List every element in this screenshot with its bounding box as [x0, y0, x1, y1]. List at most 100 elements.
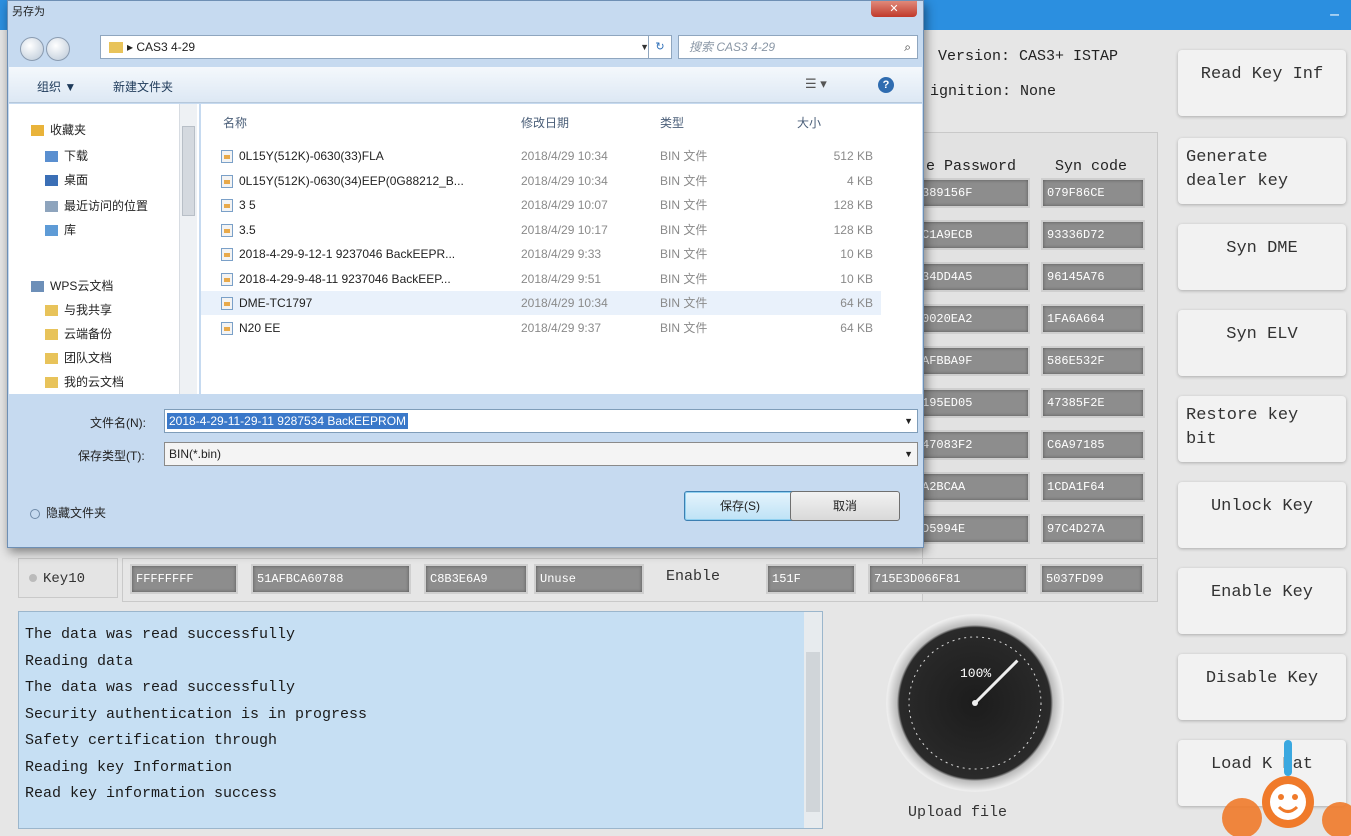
password-cell[interactable]: 195ED05 [916, 388, 1030, 418]
file-row[interactable]: N20 EE 2018/4/29 9:37 BIN 文件 64 KB [201, 316, 881, 340]
save-button[interactable]: 保存(S) [684, 491, 796, 521]
nav-scrollbar[interactable] [179, 104, 197, 394]
file-row[interactable]: 0L15Y(512K)-0630(33)FLA 2018/4/29 10:34 BI… [201, 144, 881, 168]
unlock-key-button[interactable]: Unlock Key [1178, 482, 1346, 548]
file-row[interactable]: 2018-4-29-9-12-1 9237046 BackEEPR... 2018… [201, 242, 881, 266]
view-options-icon[interactable]: ☰ ▾ [805, 76, 827, 92]
password-cell[interactable]: AFBBA9F [916, 346, 1030, 376]
download-folder-icon [45, 151, 58, 163]
folder-icon [45, 305, 58, 317]
nav-item[interactable]: 收藏夹 [31, 120, 86, 140]
syn-code-cell[interactable]: 47385F2E [1041, 388, 1145, 418]
syn-code-cell[interactable]: 586E532F [1041, 346, 1145, 376]
chevron-down-icon[interactable]: ▼ [904, 443, 913, 465]
nav-item[interactable]: 最近访问的位置 [45, 196, 148, 216]
read-key-info-button[interactable]: Read Key Inf [1178, 50, 1346, 116]
column-header-date[interactable]: 修改日期 [521, 114, 569, 131]
filetype-select[interactable]: BIN(*.bin) ▼ [164, 442, 918, 466]
nav-item[interactable]: 云端备份 [45, 324, 112, 344]
gauge-percent: 100% [960, 666, 992, 681]
file-name: DME-TC1797 [239, 296, 313, 310]
chevron-down-icon[interactable]: ▼ [904, 410, 913, 432]
syn-code-cell[interactable]: 93336D72 [1041, 220, 1145, 250]
help-icon[interactable]: ? [878, 77, 894, 93]
key10-cell[interactable]: 51AFBCA60788 [251, 564, 411, 594]
search-input[interactable]: 搜索 CAS3 4-29 ⌕ [678, 35, 918, 59]
file-row[interactable]: DME-TC1797 2018/4/29 10:34 BIN 文件 64 KB [201, 291, 881, 315]
upload-gauge [886, 614, 1064, 792]
enable-key-button[interactable]: Enable Key [1178, 568, 1346, 634]
nav-item[interactable]: 团队文档 [45, 348, 112, 368]
nav-item[interactable]: 我的云文档 [45, 372, 124, 392]
file-type: BIN 文件 [660, 222, 708, 237]
password-cell[interactable]: 47083F2 [916, 430, 1030, 460]
forward-arrow-icon[interactable] [46, 37, 70, 61]
back-arrow-icon[interactable] [20, 37, 44, 61]
nav-item[interactable]: 桌面 [45, 170, 88, 190]
key10-cell[interactable]: FFFFFFFF [130, 564, 238, 594]
generate-dealer-key-button[interactable]: Generate dealer key [1178, 138, 1346, 204]
file-type: BIN 文件 [660, 149, 708, 163]
syn-code-cell[interactable]: 97C4D27A [1041, 514, 1145, 544]
syn-code-cell[interactable]: 1CDA1F64 [1041, 472, 1145, 502]
file-type: BIN 文件 [660, 173, 708, 188]
syn-code-cell[interactable]: C6A97185 [1041, 430, 1145, 460]
key10-cell[interactable]: 151F [766, 564, 856, 594]
log-scroll-thumb[interactable] [806, 652, 820, 812]
organize-menu[interactable]: 组织 ▼ [37, 78, 76, 95]
key10-cell[interactable]: 715E3D066F81 [868, 564, 1028, 594]
key10-cell[interactable]: C8B3E6A9 [424, 564, 528, 594]
file-row[interactable]: 0L15Y(512K)-0630(34)EEP(0G88212_B... 2018… [201, 169, 881, 193]
password-cell[interactable]: 34DD4A5 [916, 262, 1030, 292]
key10-radio[interactable]: Key10 [18, 558, 118, 598]
nav-item-label: 我的云文档 [64, 375, 125, 389]
password-cell[interactable]: D5994E [916, 514, 1030, 544]
nav-scroll-thumb[interactable] [182, 126, 195, 216]
button-label: Read Key Inf [1200, 65, 1324, 84]
new-folder-button[interactable]: 新建文件夹 [113, 78, 173, 95]
log-line: Read key information success [25, 785, 278, 802]
syn-code-cell[interactable]: 079F86CE [1041, 178, 1145, 208]
filetype-label: 保存类型(T): [78, 449, 145, 463]
column-header-type[interactable]: 类型 [660, 114, 684, 131]
password-cell[interactable]: 389156F [916, 178, 1030, 208]
file-list[interactable]: 名称 修改日期 类型 大小 0L15Y(512K)-0630(33)FLA 201… [201, 104, 922, 394]
address-bar[interactable]: ▸ CAS3 4-29 ▼ [100, 35, 670, 59]
column-header-size[interactable]: 大小 [797, 114, 821, 131]
key10-cell[interactable]: Unuse [534, 564, 644, 594]
filename-input[interactable]: 2018-4-29-11-29-11 9287534 BackEEPROM ▼ [164, 409, 918, 433]
password-cell[interactable]: 0020EA2 [916, 304, 1030, 334]
file-type: BIN 文件 [660, 247, 708, 261]
navigation-pane[interactable]: 收藏夹下载桌面最近访问的位置库 WPS云文档与我共享云端备份团队文档我的云文档 [9, 104, 199, 394]
log-line: The data was read successfully [25, 626, 296, 643]
syn-code-cell[interactable]: 1FA6A664 [1041, 304, 1145, 334]
hide-folders-toggle[interactable]: 隐藏文件夹 [30, 504, 106, 521]
syn-elv-button[interactable]: Syn ELV [1178, 310, 1346, 376]
syn-dme-button[interactable]: Syn DME [1178, 224, 1346, 290]
close-button[interactable]: ✕ [871, 1, 917, 17]
search-icon[interactable]: ⌕ [904, 36, 911, 58]
refresh-icon[interactable]: ↻ [648, 35, 672, 59]
nav-item[interactable]: 与我共享 [45, 300, 112, 320]
log-scrollbar[interactable] [804, 612, 822, 828]
file-size: 64 KB [840, 320, 873, 335]
nav-item[interactable]: 下载 [45, 146, 88, 166]
nav-item[interactable]: 库 [45, 220, 76, 240]
disable-key-button[interactable]: Disable Key [1178, 654, 1346, 720]
restore-key-bit-button[interactable]: Restore key bit [1178, 396, 1346, 462]
column-header-name[interactable]: 名称 [223, 114, 247, 131]
cancel-button[interactable]: 取消 [790, 491, 900, 521]
log-panel[interactable]: The data was read successfully Reading da… [18, 611, 823, 829]
syn-code-cell[interactable]: 96145A76 [1041, 262, 1145, 292]
key10-cell[interactable]: 5037FD99 [1040, 564, 1144, 594]
file-row[interactable]: 2018-4-29-9-48-11 9237046 BackEEP... 2018… [201, 267, 881, 291]
nav-item[interactable]: WPS云文档 [31, 276, 113, 296]
desktop-icon [45, 175, 58, 187]
filetype-value: BIN(*.bin) [169, 447, 222, 461]
file-row[interactable]: 3 5 2018/4/29 10:07 BIN 文件 128 KB [201, 193, 881, 217]
file-type: BIN 文件 [660, 320, 708, 335]
minimize-icon[interactable]: – [1330, 6, 1339, 24]
password-cell[interactable]: A2BCAA [916, 472, 1030, 502]
password-cell[interactable]: C1A9ECB [916, 220, 1030, 250]
file-row[interactable]: 3.5 2018/4/29 10:17 BIN 文件 128 KB [201, 218, 881, 242]
